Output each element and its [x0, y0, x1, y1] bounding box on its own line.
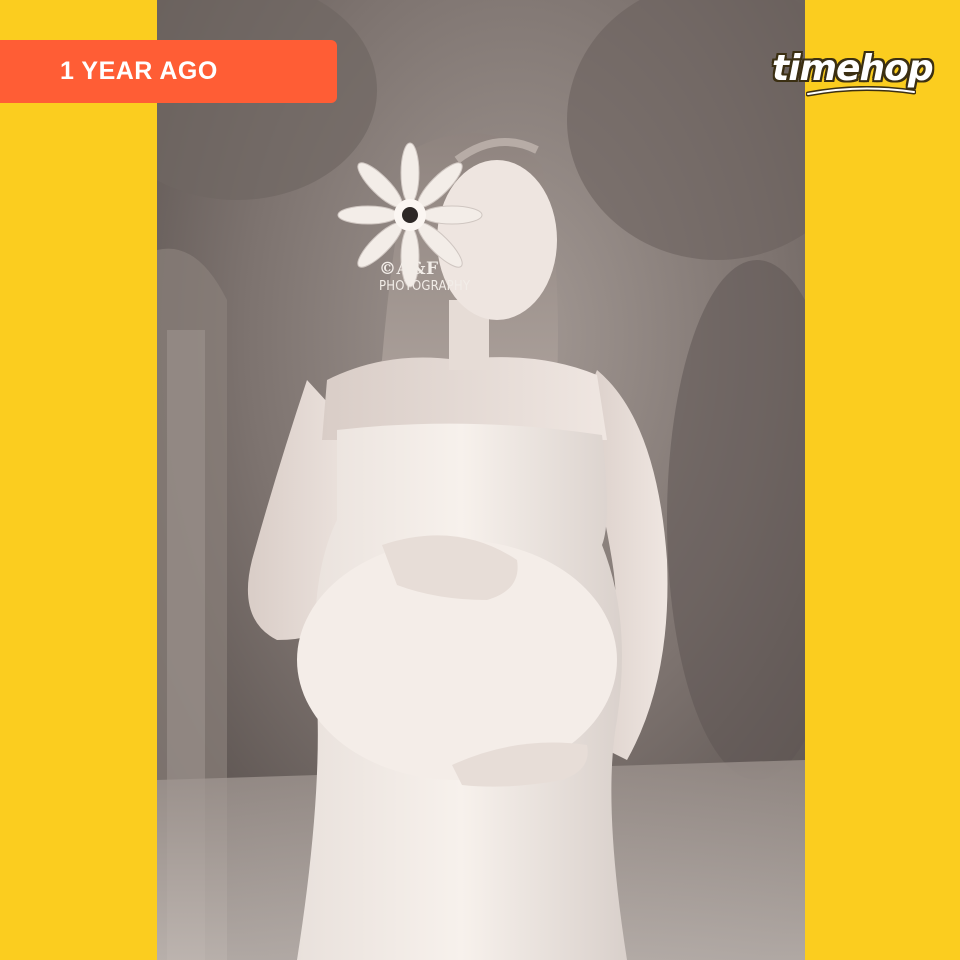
watermark-brand: ©A&F: [379, 259, 439, 279]
timehop-logo-text: timehop: [772, 48, 934, 89]
photographer-watermark: ©A&F PHOTOGRAPHY: [379, 259, 471, 294]
timehop-logo: timehop: [766, 46, 934, 106]
timehop-memory-card: ©A&F PHOTOGRAPHY 1 YEAR AGO timehop: [0, 0, 960, 960]
logo-swoosh-icon: [806, 86, 916, 97]
photo-illustration: [157, 0, 805, 960]
watermark-label: PHOTOGRAPHY: [379, 279, 471, 294]
memory-photo[interactable]: ©A&F PHOTOGRAPHY: [157, 0, 805, 960]
time-ago-badge: 1 YEAR AGO: [0, 40, 337, 103]
time-ago-label: 1 YEAR AGO: [60, 57, 218, 85]
